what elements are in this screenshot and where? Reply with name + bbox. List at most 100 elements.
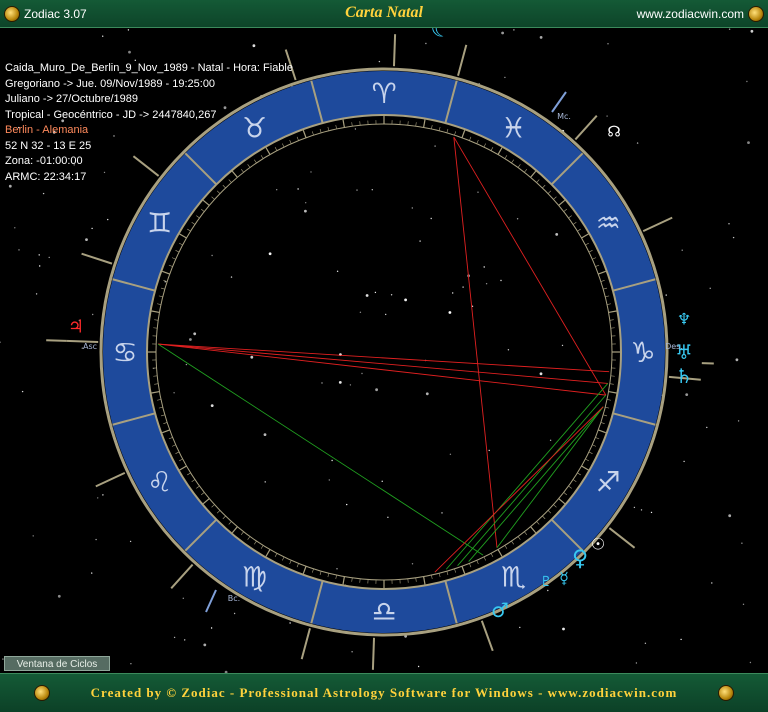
star xyxy=(644,642,647,644)
degree-tick xyxy=(162,270,170,275)
star xyxy=(501,31,504,35)
star xyxy=(85,238,88,242)
degree-tick xyxy=(605,295,610,298)
star xyxy=(289,622,291,624)
degree-tick xyxy=(196,215,200,219)
footer-credits[interactable]: Created by © Zodiac - Professional Astro… xyxy=(0,685,768,701)
angle-arrow xyxy=(551,91,567,113)
star xyxy=(516,218,519,220)
star xyxy=(91,572,93,574)
pluto-glyph: ♇ xyxy=(540,574,553,590)
degree-tick xyxy=(289,560,292,565)
star xyxy=(485,283,488,285)
star xyxy=(189,338,192,341)
star xyxy=(449,453,452,455)
star xyxy=(250,355,254,359)
info-line-location: Berlin - Alemania xyxy=(5,124,89,136)
degree-tick xyxy=(179,458,183,462)
ventana-de-ciclos-tab[interactable]: Ventana de Ciclos xyxy=(4,656,110,671)
mc-label: Mc. xyxy=(557,112,571,121)
info-line: ARMC: 22:34:17 xyxy=(5,170,87,183)
degree-tick xyxy=(524,531,528,536)
degree-tick xyxy=(157,399,162,401)
star xyxy=(338,381,342,384)
star xyxy=(549,439,552,441)
star xyxy=(452,292,454,294)
star xyxy=(390,294,393,296)
house-cusp-line xyxy=(95,471,126,488)
star xyxy=(419,240,421,242)
degree-tick xyxy=(231,526,238,534)
star xyxy=(434,145,436,147)
degree-tick xyxy=(542,184,546,189)
star xyxy=(728,28,731,30)
degree-tick xyxy=(240,531,244,536)
star xyxy=(305,202,307,204)
degree-tick xyxy=(454,568,456,573)
star xyxy=(387,516,389,518)
star xyxy=(18,249,20,251)
degree-tick xyxy=(175,250,180,253)
star xyxy=(365,294,369,297)
angle-axis-line xyxy=(392,34,397,67)
star xyxy=(507,349,510,351)
degree-tick xyxy=(351,577,353,582)
degree-tick xyxy=(511,159,514,164)
star xyxy=(404,298,407,302)
app-logo-right-icon[interactable] xyxy=(748,6,764,22)
star xyxy=(351,651,353,653)
degree-tick xyxy=(415,122,417,127)
degree-tick xyxy=(200,492,205,496)
star xyxy=(477,191,479,193)
degree-tick xyxy=(603,414,608,417)
degree-tick xyxy=(157,303,162,305)
star xyxy=(361,372,363,375)
star xyxy=(635,662,638,664)
star xyxy=(210,627,213,629)
star xyxy=(385,313,387,316)
star xyxy=(0,341,1,343)
star xyxy=(417,665,420,668)
degree-tick xyxy=(296,563,299,568)
degree-tick xyxy=(553,196,557,200)
zodiac-sign-glyph: ♋ xyxy=(112,336,137,369)
aspect-line xyxy=(158,343,610,373)
degree-tick xyxy=(483,556,486,561)
star xyxy=(562,627,565,631)
website-url[interactable]: www.zodiacwin.com xyxy=(637,7,744,21)
star xyxy=(336,568,338,570)
degree-tick xyxy=(158,406,163,409)
degree-tick xyxy=(312,568,314,573)
star xyxy=(735,358,739,362)
degree-tick xyxy=(504,155,508,159)
degree-tick xyxy=(568,485,572,489)
star xyxy=(127,29,130,31)
degree-tick xyxy=(446,571,449,576)
degree-tick xyxy=(588,451,593,454)
degree-tick xyxy=(187,472,191,476)
degree-tick xyxy=(423,119,426,128)
degree-tick xyxy=(568,215,572,219)
star xyxy=(95,538,97,541)
degree-tick xyxy=(175,451,180,454)
star xyxy=(747,141,750,144)
degree-tick xyxy=(595,437,600,440)
degree-tick xyxy=(461,130,466,138)
degree-tick xyxy=(517,164,521,168)
zodiac-sign-glyph: ♍ xyxy=(242,560,267,593)
degree-tick xyxy=(160,414,165,417)
degree-tick xyxy=(476,560,479,565)
degree-tick xyxy=(461,566,466,574)
star xyxy=(607,43,609,45)
star xyxy=(519,626,521,629)
degree-tick xyxy=(547,190,552,194)
star xyxy=(354,128,357,130)
star xyxy=(441,512,443,514)
star xyxy=(233,612,236,615)
house-cusp-line xyxy=(608,527,636,549)
degree-tick xyxy=(191,479,196,482)
degree-tick xyxy=(490,147,494,151)
star xyxy=(381,480,383,482)
degree-tick xyxy=(476,139,479,144)
star xyxy=(737,420,740,422)
